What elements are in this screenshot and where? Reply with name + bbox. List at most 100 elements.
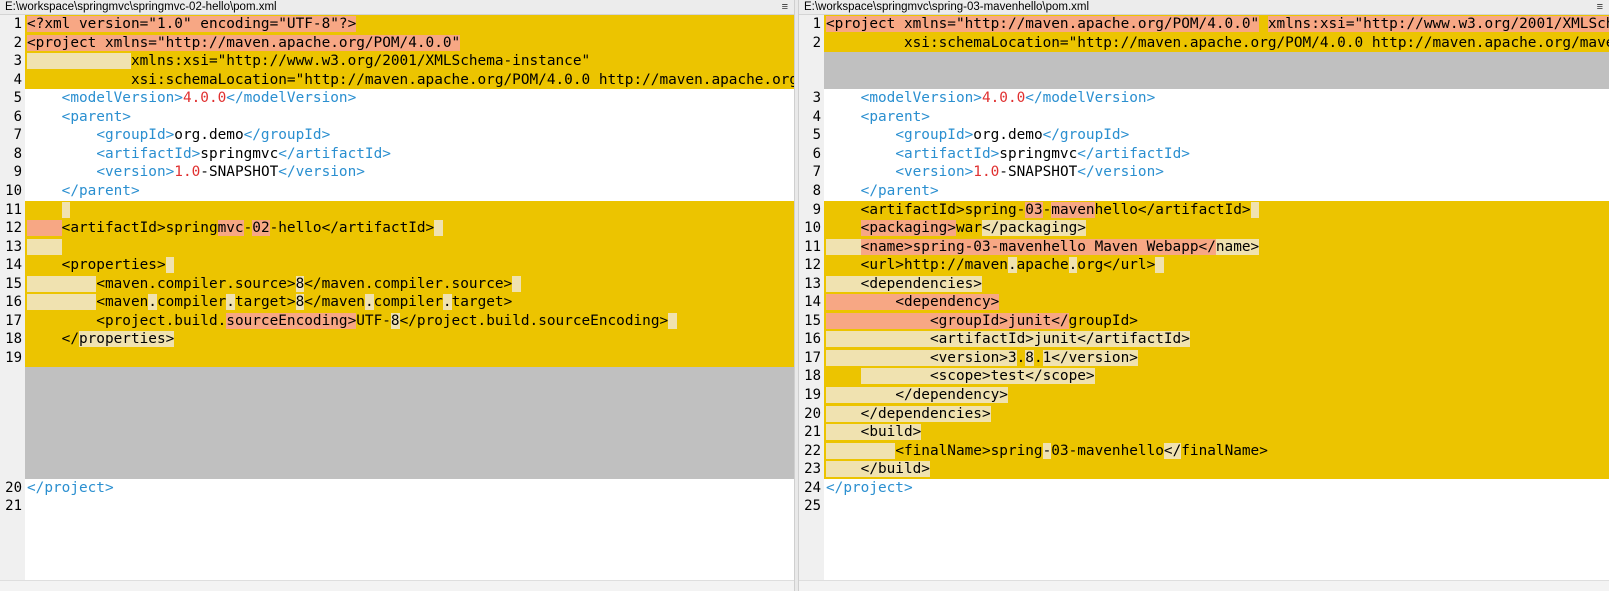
right-pane-menu-icon[interactable]: ≡ bbox=[1597, 0, 1603, 14]
code-token: mvc bbox=[217, 220, 244, 237]
code-token bbox=[826, 461, 861, 478]
code-token: 03-mavenhello bbox=[1051, 442, 1164, 459]
left-line-number: 10 bbox=[5, 182, 22, 199]
right-file-pane: E:\workspace\springmvc\spring-03-mavenhe… bbox=[799, 0, 1609, 591]
right-code-line[interactable]: </parent> bbox=[826, 182, 939, 201]
left-code-line[interactable]: <?xml version="1.0" encoding="UTF-8"?> bbox=[27, 15, 357, 34]
code-token: compiler bbox=[373, 294, 443, 311]
right-code-line[interactable]: <groupId>junit</groupId> bbox=[826, 312, 1138, 331]
code-token: compiler bbox=[156, 294, 227, 311]
left-code-line[interactable] bbox=[27, 238, 62, 257]
right-code-line[interactable]: <version>3.8.1</version> bbox=[826, 349, 1138, 368]
code-token: 1.0 bbox=[174, 164, 201, 181]
left-code-line[interactable] bbox=[27, 201, 71, 220]
code-token: <url>http://maven bbox=[826, 257, 1008, 274]
left-horizontal-scrollbar[interactable] bbox=[0, 580, 794, 591]
right-line-number: 18 bbox=[804, 368, 821, 385]
left-line-number: 16 bbox=[5, 294, 22, 311]
left-code-line[interactable]: </properties> bbox=[27, 330, 175, 349]
code-token: - bbox=[1042, 442, 1052, 459]
code-token: </version> bbox=[1077, 164, 1164, 181]
right-code-line[interactable]: <modelVersion>4.0.0</modelVersion> bbox=[826, 89, 1156, 108]
left-code-line[interactable]: <maven.compiler.source>8</maven.compiler… bbox=[27, 275, 521, 294]
right-code-line[interactable]: <dependencies> bbox=[826, 275, 982, 294]
code-token: </groupId> bbox=[1042, 127, 1130, 144]
code-token: <modelVersion> bbox=[61, 90, 183, 107]
code-token: <maven.compiler.source> bbox=[96, 275, 296, 292]
right-code-line[interactable]: </build> bbox=[826, 460, 930, 479]
left-code-line[interactable]: <artifactId>springmvc-02-hello</artifact… bbox=[27, 219, 443, 238]
code-token: 8 bbox=[1025, 349, 1034, 366]
right-line-number: 21 bbox=[804, 424, 821, 441]
right-code-line[interactable]: <groupId>org.demo</groupId> bbox=[826, 126, 1129, 145]
code-token: 1</version> bbox=[1042, 349, 1138, 366]
right-code-line[interactable]: <dependency> bbox=[826, 293, 1000, 312]
code-token: </project> bbox=[826, 479, 913, 496]
code-token: <project xmlns="http://maven.apache.org/… bbox=[826, 16, 1260, 32]
code-token bbox=[826, 294, 896, 311]
left-code-area[interactable]: <?xml version="1.0" encoding="UTF-8"?> <p… bbox=[25, 15, 794, 581]
left-gutter-band bbox=[0, 367, 25, 479]
right-code-area[interactable]: <project xmlns="http://maven.apache.org/… bbox=[824, 15, 1609, 581]
left-code-line[interactable]: xmlns:xsi="http://www.w3.org/2001/XMLSch… bbox=[27, 52, 590, 71]
left-line-number: 15 bbox=[5, 275, 22, 292]
left-editor[interactable]: 1 2 3 4 5 6 7 8 9 10 11 12 13 14 15 16 17 18 19 20 21 <?xml … bbox=[0, 15, 794, 581]
left-code-line[interactable]: </parent> bbox=[27, 182, 140, 201]
right-line-number: 19 bbox=[804, 387, 821, 403]
code-token: <project xmlns="http://maven.apache.org/… bbox=[27, 34, 461, 51]
left-line-number: 6 bbox=[13, 108, 22, 125]
left-code-line[interactable]: <project xmlns="http://maven.apache.org/… bbox=[27, 34, 461, 53]
code-token: </build> bbox=[860, 461, 930, 478]
code-token: <project.build. bbox=[27, 312, 227, 329]
left-code-line[interactable]: <version>1.0-SNAPSHOT</version> bbox=[27, 163, 365, 182]
left-code-line[interactable]: <modelVersion>4.0.0</modelVersion> bbox=[27, 89, 357, 108]
left-code-line[interactable]: <project.build.sourceEncoding>UTF-8</pro… bbox=[27, 312, 677, 331]
right-code-line[interactable]: <artifactId>spring-03-mavenhello</artifa… bbox=[826, 201, 1260, 220]
code-token: - bbox=[1042, 201, 1052, 218]
code-token: org</url> bbox=[1077, 257, 1156, 274]
code-token: </modelVersion> bbox=[1025, 90, 1156, 107]
left-code-line[interactable]: </project> bbox=[27, 479, 114, 498]
right-line-number: 15 bbox=[804, 312, 821, 329]
right-code-line[interactable]: </project> bbox=[826, 479, 913, 498]
right-code-line[interactable]: <parent> bbox=[826, 108, 930, 127]
right-code-line[interactable]: </dependency> bbox=[826, 386, 1008, 405]
left-code-line[interactable]: <groupId>org.demo</groupId> bbox=[27, 126, 330, 145]
left-line-number: 1 bbox=[13, 16, 22, 32]
left-code-line[interactable]: <artifactId>springmvc</artifactId> bbox=[27, 145, 391, 164]
right-code-line[interactable]: <scope>test</scope> bbox=[826, 367, 1095, 386]
code-token: <parent> bbox=[61, 108, 131, 125]
right-code-line[interactable]: <project xmlns="http://maven.apache.org/… bbox=[826, 15, 1609, 34]
code-token: <artifactId>spring- bbox=[826, 201, 1026, 218]
right-code-line[interactable]: </dependencies> bbox=[826, 405, 991, 424]
right-line-number: 17 bbox=[804, 349, 821, 366]
left-code-line[interactable]: <maven.compiler.target>8</maven.compiler… bbox=[27, 293, 512, 312]
right-editor[interactable]: 1 2 3 4 5 6 7 8 9 10 11 12 13 14 15 16 17 18 19 20 21 22 23 24 2… bbox=[799, 15, 1609, 581]
right-code-line[interactable]: <finalName>spring-03-mavenhello</finalNa… bbox=[826, 442, 1268, 461]
right-code-line[interactable]: <artifactId>junit</artifactId> bbox=[826, 330, 1190, 349]
right-line-number: 2 bbox=[812, 34, 821, 51]
code-token: <artifactId> bbox=[96, 145, 201, 162]
code-token: <dependency> bbox=[895, 294, 1000, 311]
code-token: </parent> bbox=[61, 182, 140, 199]
code-token: </ bbox=[1163, 442, 1182, 459]
right-code-line[interactable]: xsi:schemaLocation="http://maven.apache.… bbox=[826, 34, 1609, 53]
right-code-line[interactable]: <version>1.0-SNAPSHOT</version> bbox=[826, 163, 1164, 182]
code-token: 8 bbox=[390, 312, 400, 329]
left-code-line[interactable]: <parent> bbox=[27, 108, 131, 127]
right-code-line[interactable]: <url>http://maven.apache.org</url> bbox=[826, 256, 1164, 275]
code-token: </groupId> bbox=[243, 127, 331, 144]
right-code-line[interactable]: <packaging>war</packaging> bbox=[826, 219, 1086, 238]
right-horizontal-scrollbar[interactable] bbox=[799, 580, 1609, 591]
right-code-line[interactable]: <artifactId>springmvc</artifactId> bbox=[826, 145, 1190, 164]
code-token bbox=[1250, 201, 1260, 218]
code-token: <scope> bbox=[860, 368, 991, 385]
right-code-line[interactable]: <build> bbox=[826, 423, 922, 442]
right-code-line[interactable]: <name>spring-03-mavenhello Maven Webapp<… bbox=[826, 238, 1260, 257]
code-token bbox=[826, 424, 861, 441]
left-line-number: 12 bbox=[5, 220, 22, 237]
left-pane-menu-icon[interactable]: ≡ bbox=[782, 0, 788, 14]
left-code-line[interactable]: xsi:schemaLocation="http://maven.apache.… bbox=[27, 71, 794, 90]
left-code-line[interactable]: <properties> bbox=[27, 256, 175, 275]
